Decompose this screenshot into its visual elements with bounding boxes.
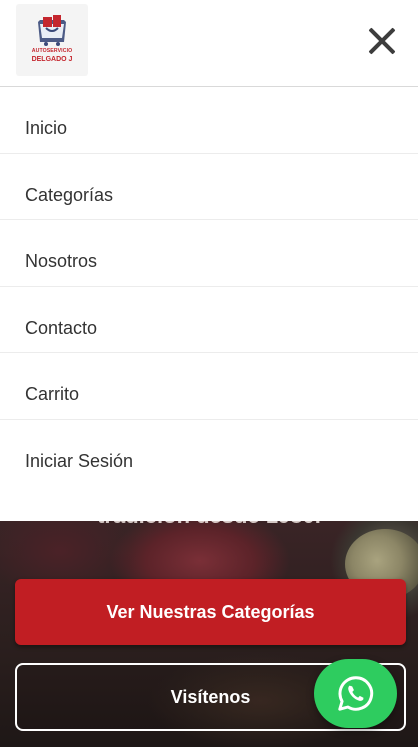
menu-item-inicio[interactable]: Inicio [0,87,418,154]
whatsapp-icon [338,676,374,711]
menu-item-label: Carrito [25,384,80,404]
menu-item-label: Inicio [25,118,68,138]
store-logo[interactable]: AUTOSERVICIO DELGADO J [16,4,88,76]
menu-item-categorias[interactable]: Categorías [0,154,418,220]
close-icon[interactable] [364,24,400,60]
menu-item-contacto[interactable]: Contacto [0,287,418,353]
whatsapp-button[interactable] [314,659,397,728]
cart-logo-icon [38,15,66,46]
menu-item-carrito[interactable]: Carrito [0,353,418,420]
menu-item-label: Contacto [25,317,98,338]
menu-item-label: Categorías [25,184,114,205]
logo-line1: AUTOSERVICIO [31,48,73,54]
menu-item-label: Nosotros [25,251,98,271]
nav-menu: Inicio Categorías Nosotros Contacto Carr… [0,87,418,521]
logo-line2: DELGADO J [31,56,73,63]
menu-item-iniciar-sesion[interactable]: Iniciar Sesión [0,420,418,487]
menu-item-label: Iniciar Sesión [25,450,134,471]
header: AUTOSERVICIO DELGADO J [0,0,418,87]
menu-item-nosotros[interactable]: Nosotros [0,220,418,287]
hero-tagline: tradición desde 1980. [0,521,418,529]
ver-categorias-button[interactable]: Ver Nuestras Categorías [15,579,406,645]
